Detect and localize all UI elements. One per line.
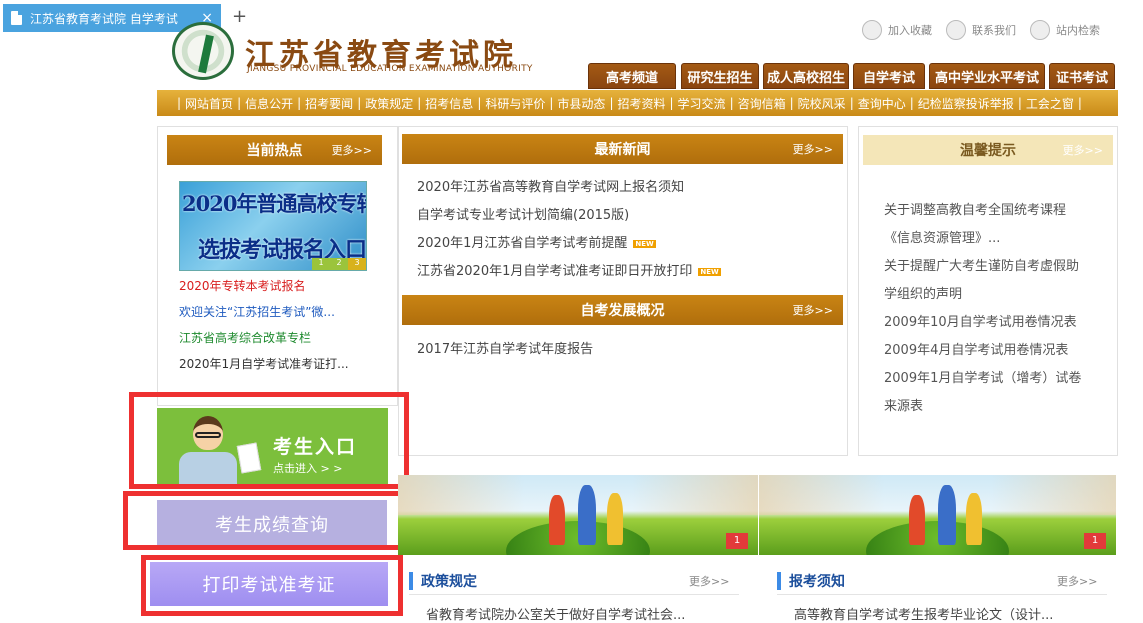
nav-item[interactable]: 招考资料: [617, 95, 665, 112]
banner-page-indicator[interactable]: 1: [726, 533, 748, 549]
student-figure: [549, 495, 566, 545]
development-title: 自考发展概况: [580, 303, 665, 319]
news-item[interactable]: 自学考试专业考试计划简编(2015版): [417, 204, 629, 223]
site-subtitle: JIANGSU PROVINCIAL EDUCATION EXAMINATION…: [247, 64, 533, 74]
latest-more-link[interactable]: 更多>>: [793, 141, 833, 157]
site-search-link[interactable]: 站内检索: [1030, 20, 1100, 40]
banner-line-1: 2020年普通高校专转本: [182, 191, 366, 216]
transfer-exam-banner[interactable]: 2020年普通高校专转本 选拔考试报名入口 1 2 3: [179, 181, 367, 271]
banner-page-indicator[interactable]: 1: [1084, 533, 1106, 549]
tip-item[interactable]: 2009年10月自学考试用卷情况表: [884, 311, 1077, 330]
notice-header: 报考须知: [777, 570, 845, 592]
student-entry-sub: 点击进入 > >: [273, 462, 343, 475]
new-badge: NEW: [698, 267, 721, 276]
nav-item[interactable]: 纪检监察投诉举报: [918, 95, 1014, 112]
tip-item[interactable]: 关于提醒广大考生谨防自考虚假助: [884, 255, 1079, 274]
top-links: 加入收藏 联系我们 站内检索: [862, 20, 1100, 40]
nav-item[interactable]: 网站首页: [185, 95, 233, 112]
latest-title: 最新新闻: [594, 142, 651, 158]
student-figure: [908, 495, 925, 545]
channel-graduate[interactable]: 研究生招生: [681, 63, 759, 89]
score-query-button[interactable]: 考生成绩查询: [157, 500, 387, 548]
policy-header: 政策规定: [409, 570, 477, 592]
development-header: 自考发展概况 更多>>: [402, 295, 843, 325]
glasses-icon: [195, 432, 221, 438]
main-nav: | 网站首页 | 信息公开 | 招考要闻 | 政策规定 | 招考信息 | 科研与评价 | 市县…: [157, 90, 1118, 116]
tab-title: 江苏省教育考试院 自学考试: [30, 11, 178, 26]
development-item[interactable]: 2017年江苏自学考试年度报告: [417, 338, 593, 357]
tips-header: 温馨提示 更多>>: [863, 135, 1113, 165]
hot-link[interactable]: 欢迎关注“江苏招生考试”微...: [179, 303, 335, 320]
favorite-icon: [862, 20, 882, 40]
student-entry-label: 考生入口: [273, 436, 358, 458]
policy-item[interactable]: 省教育考试院办公室关于做好自学考试社会...: [426, 604, 726, 623]
channel-academic-level[interactable]: 高中学业水平考试: [929, 63, 1045, 89]
news-item[interactable]: 江苏省2020年1月自学考试准考证即日开放打印 NEW: [417, 260, 721, 279]
student-figure: [937, 485, 956, 545]
nav-item[interactable]: 招考信息: [425, 95, 473, 112]
hot-title: 当前热点: [246, 143, 303, 159]
latest-header: 最新新闻 更多>>: [402, 134, 843, 164]
hot-more-link[interactable]: 更多>>: [332, 142, 372, 158]
banner-pager: 1 2 3: [312, 258, 366, 270]
card-icon: [236, 442, 262, 474]
tip-item[interactable]: 《信息资源管理》...: [884, 227, 1000, 246]
tip-item[interactable]: 来源表: [884, 395, 923, 414]
favorite-link[interactable]: 加入收藏: [862, 20, 932, 40]
student-entry-button[interactable]: 考生入口 点击进入 > >: [157, 408, 388, 488]
promo-banner-right[interactable]: 1: [759, 475, 1116, 555]
student-figure: [578, 485, 596, 545]
nav-item[interactable]: 院校风采: [798, 95, 846, 112]
banner-page[interactable]: 1: [312, 258, 330, 270]
divider: [777, 594, 1107, 595]
tip-item[interactable]: 学组织的声明: [884, 283, 962, 302]
policy-more-link[interactable]: 更多>>: [689, 573, 729, 589]
nav-item[interactable]: 招考要闻: [305, 95, 353, 112]
hot-header: 当前热点 更多>>: [167, 135, 382, 165]
nav-item[interactable]: 市县动态: [557, 95, 605, 112]
search-icon: [1030, 20, 1050, 40]
nav-item[interactable]: 咨询信箱: [738, 95, 786, 112]
contact-icon: [946, 20, 966, 40]
new-tab-icon[interactable]: +: [232, 6, 247, 27]
nav-item[interactable]: 科研与评价: [485, 95, 545, 112]
nav-item[interactable]: 工会之窗: [1026, 95, 1074, 112]
new-badge: NEW: [633, 239, 656, 248]
hot-link[interactable]: 江苏省高考综合改革专栏: [179, 329, 311, 346]
site-logo[interactable]: [172, 22, 234, 80]
notice-more-link[interactable]: 更多>>: [1057, 573, 1097, 589]
student-figure: [966, 493, 983, 545]
promo-banner-left[interactable]: 1: [398, 475, 758, 555]
development-more-link[interactable]: 更多>>: [793, 302, 833, 318]
news-item[interactable]: 2020年1月江苏省自学考试考前提醒 NEW: [417, 232, 656, 251]
channel-gaokao[interactable]: 高考频道: [588, 63, 676, 89]
tips-title: 温馨提示: [960, 143, 1016, 159]
nav-item[interactable]: 政策规定: [365, 95, 413, 112]
document-icon: [11, 11, 22, 25]
hot-link[interactable]: 2020年1月自学考试准考证打...: [179, 355, 349, 372]
nav-item[interactable]: 学习交流: [678, 95, 726, 112]
channel-adult[interactable]: 成人高校招生: [763, 63, 849, 89]
nav-item[interactable]: 查询中心: [858, 95, 906, 112]
banner-page[interactable]: 2: [330, 258, 348, 270]
student-figure: [606, 493, 623, 545]
banner-page[interactable]: 3: [348, 258, 366, 270]
divider: [409, 594, 739, 595]
tip-item[interactable]: 2009年1月自学考试（增考）试卷: [884, 367, 1081, 386]
channel-certificate[interactable]: 证书考试: [1049, 63, 1115, 89]
person-illustration: [179, 452, 237, 488]
print-ticket-button[interactable]: 打印考试准考证: [150, 562, 388, 606]
channel-self-study[interactable]: 自学考试: [853, 63, 925, 89]
nav-item[interactable]: 信息公开: [245, 95, 293, 112]
contact-link[interactable]: 联系我们: [946, 20, 1016, 40]
tips-more-link[interactable]: 更多>>: [1063, 142, 1103, 158]
hot-link[interactable]: 2020年专转本考试报名: [179, 277, 306, 294]
notice-item[interactable]: 高等教育自学考试考生报考毕业论文（设计...: [794, 604, 1094, 623]
tip-item[interactable]: 2009年4月自学考试用卷情况表: [884, 339, 1068, 358]
tip-item[interactable]: 关于调整高教自考全国统考课程: [884, 199, 1066, 218]
news-item[interactable]: 2020年江苏省高等教育自学考试网上报名须知: [417, 176, 684, 195]
